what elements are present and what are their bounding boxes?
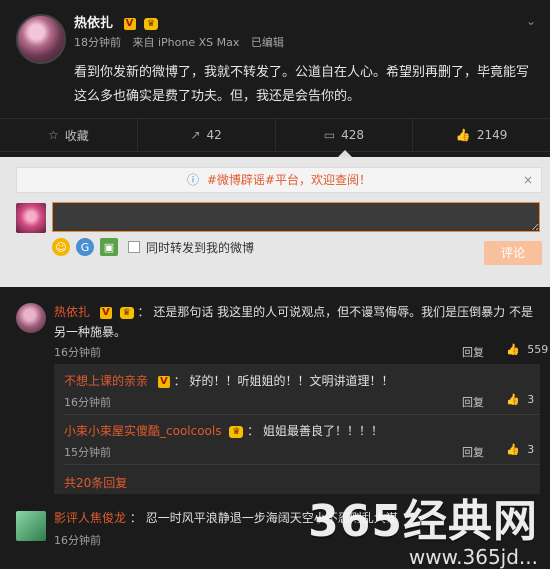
thumb-up-icon: 👍: [506, 393, 520, 406]
chevron-down-icon[interactable]: ⌄: [526, 14, 540, 28]
comment-count: 428: [341, 128, 364, 142]
subcomment-like[interactable]: 👍 3: [506, 443, 534, 456]
comment-author[interactable]: 影评人焦俊龙: [54, 511, 126, 525]
subthread-divider: [64, 464, 540, 465]
subcomment-colon: ：: [173, 374, 186, 388]
comment-time: 16分钟前: [54, 534, 101, 547]
like-count: 2149: [476, 128, 508, 142]
vip-badge: V: [123, 17, 136, 30]
post-edited: 已编辑: [250, 36, 284, 49]
banner-text[interactable]: #微博辟谣#平台，欢迎查阅！: [207, 173, 371, 187]
subcomment-like-count: 3: [527, 393, 535, 406]
comment-colon: ：: [129, 511, 142, 525]
gif-icon[interactable]: G: [76, 238, 94, 256]
subcomment-time: 16分钟前: [64, 396, 111, 409]
thumb-up-icon: 👍: [455, 128, 471, 142]
favorite-label: 收藏: [64, 128, 89, 143]
subcomment-author[interactable]: 小束小束屋实傻酷_coolcools: [64, 424, 221, 438]
post-content: 看到你发新的微博了，我就不转发了。公道自在人心。希望别再删了，毕竟能写这么多也确…: [74, 65, 530, 104]
subcomment-reply-button[interactable]: 回复: [462, 444, 484, 460]
subcomment-like-count: 3: [527, 443, 535, 456]
current-user-avatar: [16, 203, 46, 233]
comment-author[interactable]: 热依扎: [54, 305, 90, 319]
subcomment-text: 姐姐最善良了！！！！: [262, 424, 383, 438]
thumb-up-icon: 👍: [506, 443, 520, 456]
comment-avatar[interactable]: [16, 511, 46, 541]
crown-badge: ♛: [229, 425, 244, 438]
subcomment-colon: ：: [247, 424, 260, 438]
subcomment-time: 15分钟前: [64, 446, 111, 459]
comment-reply-button[interactable]: 回复: [462, 344, 484, 360]
subcomment-reply-button[interactable]: 回复: [462, 394, 484, 410]
watermark: 365经典网 www.365jd...: [308, 485, 538, 569]
subcomment-1: 不想上课的亲亲 V ： 好的！！听姐姐的！！文明讲道理！！: [64, 372, 540, 389]
post-actions: ☆ 收藏 ↗ 42 ▭ 428 👍 2149: [0, 118, 550, 152]
crown-badge: ♛: [144, 17, 159, 30]
emoji-icon[interactable]: ☺: [52, 238, 70, 256]
comment-1: 热依扎 V ♛ ： 还是那句话 我这里的人可说观点，但不谩骂侮辱。我们是压倒暴力…: [54, 302, 540, 342]
subcomment-like[interactable]: 👍 3: [506, 393, 534, 406]
submit-comment-button[interactable]: 评论: [484, 241, 542, 265]
repost-checkbox-label[interactable]: 同时转发到我的微博: [146, 239, 254, 256]
favorite-button[interactable]: ☆ 收藏: [0, 119, 138, 151]
repost-count: 42: [206, 128, 222, 142]
subcomment-2: 小束小束屋实傻酷_coolcools ♛ ： 姐姐最善良了！！！！: [64, 422, 540, 439]
watermark-small: www.365jd...: [408, 545, 538, 569]
post-source: 来自 iPhone XS Max: [132, 36, 240, 49]
repost-button[interactable]: ↗ 42: [138, 119, 276, 151]
thumb-up-icon: 👍: [506, 343, 520, 356]
like-button[interactable]: 👍 2149: [413, 119, 550, 151]
info-icon: ⓘ: [187, 173, 200, 187]
comment-like[interactable]: 👍 559: [506, 343, 548, 356]
vip-badge: V: [157, 375, 170, 388]
star-icon: ☆: [47, 128, 59, 142]
close-icon[interactable]: ×: [523, 168, 533, 192]
comment-input[interactable]: [52, 202, 540, 232]
author-line[interactable]: 热依扎 V ♛: [74, 12, 159, 31]
post-meta: 18分钟前 来自 iPhone XS Max 已编辑: [74, 34, 292, 50]
post-time[interactable]: 18分钟前: [74, 36, 121, 49]
comment-time: 16分钟前: [54, 346, 101, 359]
author-avatar[interactable]: [16, 14, 66, 64]
repost-checkbox[interactable]: [128, 241, 140, 253]
share-icon: ↗: [190, 128, 201, 142]
comment-button[interactable]: ▭ 428: [276, 119, 414, 151]
subthread-divider: [64, 414, 540, 415]
comment-caret: [338, 150, 352, 157]
view-all-replies[interactable]: 共20条回复: [64, 474, 127, 491]
comment-like-count: 559: [527, 343, 549, 356]
subcomment-text: 好的！！听姐姐的！！文明讲道理！！: [189, 374, 394, 388]
crown-badge: ♛: [119, 306, 134, 319]
composer-tools: ☺ G ▣ 同时转发到我的微博: [52, 238, 254, 256]
composer-banner: ⓘ #微博辟谣#平台，欢迎查阅！ ×: [16, 167, 542, 193]
vip-badge: V: [99, 306, 112, 319]
image-icon[interactable]: ▣: [100, 238, 118, 256]
comment-icon: ▭: [323, 128, 336, 142]
comment-colon: ：: [137, 305, 150, 319]
watermark-big: 365经典网: [308, 496, 538, 547]
author-name[interactable]: 热依扎: [74, 16, 113, 31]
comment-avatar[interactable]: [16, 303, 46, 333]
subcomment-author[interactable]: 不想上课的亲亲: [64, 374, 148, 388]
